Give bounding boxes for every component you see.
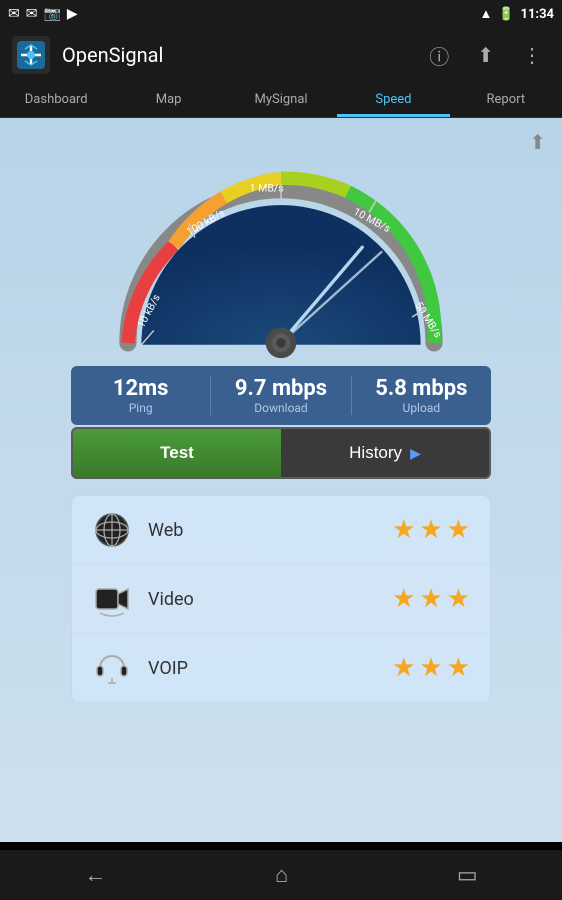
app-title: OpenSignal — [62, 43, 409, 67]
clock: 11:34 — [521, 7, 555, 22]
camera-icon: 📷 — [43, 6, 60, 22]
upload-stat: 5.8 mbps Upload — [352, 376, 491, 415]
web-star-1: ★ — [392, 515, 415, 545]
upload-value: 5.8 mbps — [352, 376, 491, 401]
button-row: Test History ▶ — [71, 427, 491, 479]
info-button[interactable]: ⓘ — [421, 37, 457, 74]
download-value: 9.7 mbps — [211, 376, 350, 401]
video-star-1: ★ — [392, 584, 415, 614]
back-button[interactable]: ← — [64, 854, 126, 896]
voip-star-2: ★ — [419, 653, 442, 683]
speedometer-svg: 10 kB/s 100 kB/s 1 MB/s 10 MB/s 50 MB/s — [91, 142, 471, 362]
web-star-3: ★ — [447, 515, 470, 545]
stats-row: 12ms Ping 9.7 mbps Download 5.8 mbps Upl… — [71, 366, 491, 425]
web-star-2: ★ — [419, 515, 442, 545]
share-icon-main[interactable]: ⬆ — [529, 130, 546, 154]
web-icon — [92, 510, 132, 550]
tab-speed[interactable]: Speed — [337, 82, 449, 117]
ping-label: Ping — [71, 401, 210, 415]
bottom-nav: ← ⌂ ▭ — [0, 850, 562, 900]
download-stat: 9.7 mbps Download — [211, 376, 351, 415]
share-button[interactable]: ⬆ — [469, 39, 502, 71]
home-button[interactable]: ⌂ — [255, 854, 308, 896]
voip-quality-row: VOIP ★ ★ ★ — [72, 634, 490, 702]
voip-star-1: ★ — [392, 653, 415, 683]
history-label: History — [349, 443, 402, 463]
web-quality-row: Web ★ ★ ★ — [72, 496, 490, 565]
upload-label: Upload — [352, 401, 491, 415]
recent-button[interactable]: ▭ — [437, 855, 498, 896]
nav-tabs: Dashboard Map MySignal Speed Report — [0, 82, 562, 118]
wifi-icon: ▲ — [479, 6, 492, 22]
play-icon: ▶ — [67, 6, 78, 22]
web-stars: ★ ★ ★ — [392, 515, 470, 545]
test-button[interactable]: Test — [73, 429, 281, 477]
ping-stat: 12ms Ping — [71, 376, 211, 415]
battery-icon: 🔋 — [498, 7, 514, 22]
main-content: ⬆ — [0, 118, 562, 842]
video-icon — [92, 579, 132, 619]
history-arrow-icon: ▶ — [410, 445, 421, 462]
app-container: ✉ ✉ 📷 ▶ ▲ 🔋 11:34 OpenSignal ⓘ ⬆ ⋮ — [0, 0, 562, 900]
voip-stars: ★ ★ ★ — [392, 653, 470, 683]
tab-map[interactable]: Map — [112, 82, 224, 117]
speedometer: 10 kB/s 100 kB/s 1 MB/s 10 MB/s 50 MB/s — [91, 142, 471, 362]
status-icons-left: ✉ ✉ 📷 ▶ — [8, 6, 78, 22]
voip-label: VOIP — [148, 658, 376, 679]
video-label: Video — [148, 589, 376, 610]
video-quality-row: Video ★ ★ ★ — [72, 565, 490, 634]
web-label: Web — [148, 520, 376, 541]
action-bar: OpenSignal ⓘ ⬆ ⋮ — [0, 28, 562, 82]
svg-text:1 MB/s: 1 MB/s — [250, 182, 284, 195]
history-button[interactable]: History ▶ — [281, 429, 489, 477]
ping-value: 12ms — [71, 376, 210, 401]
voip-icon — [92, 648, 132, 688]
tab-dashboard[interactable]: Dashboard — [0, 82, 112, 117]
video-star-3: ★ — [447, 584, 470, 614]
status-bar: ✉ ✉ 📷 ▶ ▲ 🔋 11:34 — [0, 0, 562, 28]
voip-star-3: ★ — [447, 653, 470, 683]
status-icons-right: ▲ 🔋 11:34 — [479, 6, 554, 22]
gmail-icon: ✉ — [8, 6, 20, 22]
app-icon — [12, 36, 50, 74]
tab-mysignal[interactable]: MySignal — [225, 82, 337, 117]
gmail2-icon: ✉ — [26, 6, 38, 22]
video-star-2: ★ — [419, 584, 442, 614]
menu-button[interactable]: ⋮ — [514, 39, 550, 71]
video-stars: ★ ★ ★ — [392, 584, 470, 614]
quality-panel: Web ★ ★ ★ Video ★ ★ — [71, 495, 491, 703]
tab-report[interactable]: Report — [450, 82, 562, 117]
download-label: Download — [211, 401, 350, 415]
